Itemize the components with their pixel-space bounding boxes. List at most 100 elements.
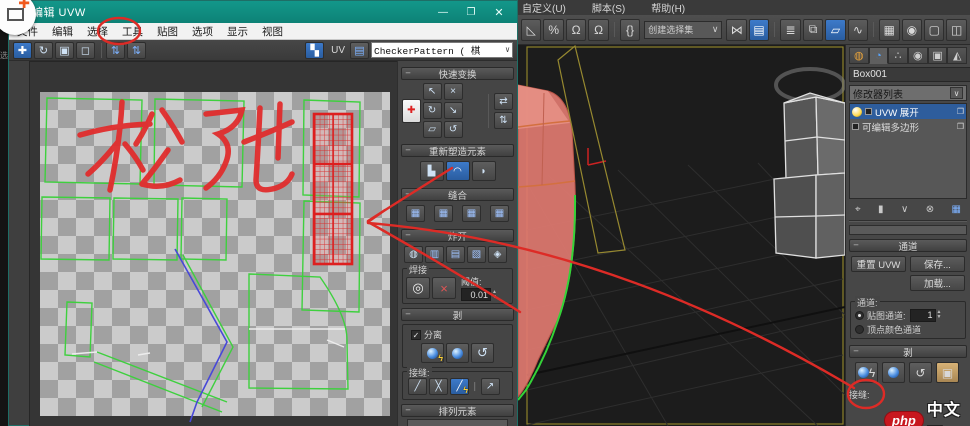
make-unique-icon[interactable]: ∨ xyxy=(901,204,908,215)
minimize-button[interactable]: — xyxy=(429,3,457,21)
stitch-target-icon[interactable]: ▦ xyxy=(490,205,509,222)
spinner-arrows[interactable]: ▲▼ xyxy=(937,310,942,320)
stack-item-editable-poly[interactable]: 可编辑多边形 ❐ xyxy=(850,119,966,134)
spinner-snap-icon[interactable]: Ω xyxy=(588,19,608,41)
flatten-custom-icon[interactable]: ◍ xyxy=(404,246,423,263)
selected-uv-element[interactable] xyxy=(314,114,352,264)
rollout-peel-panel[interactable]: − 剥 xyxy=(849,345,967,358)
relax-icon[interactable]: ◗ xyxy=(472,161,496,181)
menu-select[interactable]: 选择 xyxy=(87,24,108,39)
vertex-color-radio[interactable] xyxy=(855,325,864,334)
maximize-button[interactable]: ❐ xyxy=(457,3,485,21)
stitch-source-icon[interactable]: ▦ xyxy=(462,205,481,222)
menu-script[interactable]: 脚本(S) xyxy=(592,0,625,15)
rollout-explode[interactable]: − 炸开 xyxy=(401,229,514,242)
flatten-material-icon[interactable]: ▧ xyxy=(467,246,486,263)
relax-until-flat-icon[interactable]: ◠ xyxy=(446,161,470,181)
reset-peel-icon[interactable]: ↺ xyxy=(471,343,494,363)
rollout-channel[interactable]: − 通道 xyxy=(849,239,967,252)
flatten-polygon-icon[interactable]: ▥ xyxy=(425,246,444,263)
tab-hierarchy[interactable]: ∴ xyxy=(888,47,908,64)
material-editor-icon[interactable]: ◉ xyxy=(902,19,922,41)
perspective-viewport[interactable] xyxy=(518,45,845,426)
peel-mode-icon[interactable] xyxy=(446,343,469,363)
render-production-icon[interactable]: ◫ xyxy=(946,19,966,41)
tab-display[interactable]: ▣ xyxy=(928,47,948,64)
menu-customize[interactable]: 自定义(U) xyxy=(522,0,566,15)
rotate-cw-icon[interactable]: ↻ xyxy=(423,102,442,119)
map-channel-radio[interactable] xyxy=(855,311,864,320)
menu-mapping[interactable]: 贴图 xyxy=(157,24,178,39)
mirror-icon[interactable]: ⋈ xyxy=(726,19,746,41)
reset-peel-icon[interactable]: ↺ xyxy=(909,362,932,383)
target-weld-icon[interactable]: ◎ xyxy=(406,277,430,299)
scale-tool-icon[interactable]: ▣ xyxy=(55,42,74,59)
separate-checkbox[interactable]: ✓ xyxy=(411,330,421,340)
stack-item-uvw-unwrap[interactable]: UVW 展开 ❐ xyxy=(850,104,966,119)
scene-explorer-icon[interactable]: ≣ xyxy=(780,19,800,41)
menu-help[interactable]: 帮助(H) xyxy=(651,0,685,15)
menu-display[interactable]: 显示 xyxy=(227,24,248,39)
threshold-value[interactable]: 0.01 xyxy=(461,288,491,301)
render-setup-icon[interactable]: ▦ xyxy=(879,19,899,41)
tab-create[interactable]: ◍ xyxy=(849,47,869,64)
flatten-smoothing-icon[interactable]: ▤ xyxy=(446,246,465,263)
edit-seams-icon[interactable]: ╱ xyxy=(408,378,427,395)
snap-magnet-icon[interactable]: Ω xyxy=(566,19,586,41)
pin-stack-icon[interactable]: ⌖ xyxy=(855,204,861,215)
menu-tools[interactable]: 工具 xyxy=(122,24,143,39)
wireframe-box-object[interactable] xyxy=(774,93,845,258)
stitch-average-icon[interactable]: ▦ xyxy=(434,205,453,222)
menu-view[interactable]: 视图 xyxy=(262,24,283,39)
align-icon[interactable]: ▤ xyxy=(749,19,769,41)
rollout-quick-transform[interactable]: − 快速变换 xyxy=(401,67,514,80)
layer-manager-icon[interactable]: ⧉ xyxy=(803,19,823,41)
angle-snap-icon[interactable]: ◺ xyxy=(521,19,541,41)
uv-canvas[interactable] xyxy=(29,61,399,426)
texture-pattern-dropdown[interactable]: CheckerPattern ( 棋 ∨ xyxy=(371,42,513,58)
toggle-ribbon-icon[interactable]: ▱ xyxy=(825,19,845,41)
rotate-ccw-icon[interactable]: ↺ xyxy=(444,121,463,138)
modifier-list-dropdown[interactable]: 修改器列表 ∨ xyxy=(849,85,967,101)
space-horizontal-icon[interactable]: ⇄ xyxy=(494,93,513,110)
straighten-icon[interactable]: ▙ xyxy=(420,161,444,181)
rollout-reshape[interactable]: − 重新塑造元素 xyxy=(401,144,514,157)
map-channel-value[interactable]: 1 xyxy=(910,309,936,322)
convert-edge-to-seam-icon[interactable]: ╱ϟ xyxy=(450,378,469,395)
named-selection-icon[interactable]: {} xyxy=(620,19,640,41)
close-button[interactable]: ✕ xyxy=(485,3,513,21)
align-cross-icon[interactable]: × xyxy=(444,83,463,100)
modifier-enabled-icon[interactable] xyxy=(852,107,862,117)
move-tool-icon[interactable]: ✚ xyxy=(13,42,32,59)
align-vertical-icon[interactable]: ↘ xyxy=(444,102,463,119)
configure-stack-icon[interactable]: ▦ xyxy=(952,204,961,215)
point-to-point-seam-icon[interactable]: ╳ xyxy=(429,378,448,395)
space-vertical-icon[interactable]: ⇅ xyxy=(494,112,513,129)
weld-selected-icon[interactable]: × xyxy=(432,277,456,299)
show-end-result-icon[interactable]: ▮ xyxy=(878,204,884,215)
show-map-icon[interactable]: ▚ xyxy=(305,42,324,59)
quick-peel-icon[interactable]: ϟ xyxy=(421,343,444,363)
curve-editor-icon[interactable]: ∿ xyxy=(848,19,868,41)
map-list-icon[interactable]: ▤ xyxy=(350,42,369,59)
tab-modify[interactable]: ◔ xyxy=(869,47,889,64)
flatten-elements-icon[interactable]: ◈ xyxy=(488,246,507,263)
rollout-stitch[interactable]: − 缝合 xyxy=(401,188,514,201)
quick-peel-icon[interactable]: ϟ xyxy=(855,362,878,383)
selected-poly-object[interactable] xyxy=(518,85,575,400)
uvw-titlebar[interactable]: 编辑 UVW — ❐ ✕ xyxy=(9,1,517,23)
save-button[interactable]: 保存... xyxy=(910,256,965,272)
menu-options[interactable]: 选项 xyxy=(192,24,213,39)
rollout-arrange[interactable]: − 排列元素 xyxy=(401,404,514,417)
linear-align-icon[interactable]: ▱ xyxy=(423,121,442,138)
pelt-map-icon[interactable]: ▣ xyxy=(936,362,959,383)
rollout-peel[interactable]: − 剥 xyxy=(401,308,514,321)
tab-utilities[interactable]: ◭ xyxy=(947,47,967,64)
load-button[interactable]: 加载... xyxy=(910,275,965,291)
remove-modifier-icon[interactable]: ⊗ xyxy=(926,204,934,215)
menu-edit[interactable]: 编辑 xyxy=(52,24,73,39)
peel-mode-icon[interactable] xyxy=(882,362,905,383)
stitch-custom-icon[interactable]: ▦ xyxy=(406,205,425,222)
selection-set-dropdown[interactable]: 创建选择集 ∨ xyxy=(644,21,722,39)
mirror-v-icon[interactable]: ⇅ xyxy=(127,42,146,59)
